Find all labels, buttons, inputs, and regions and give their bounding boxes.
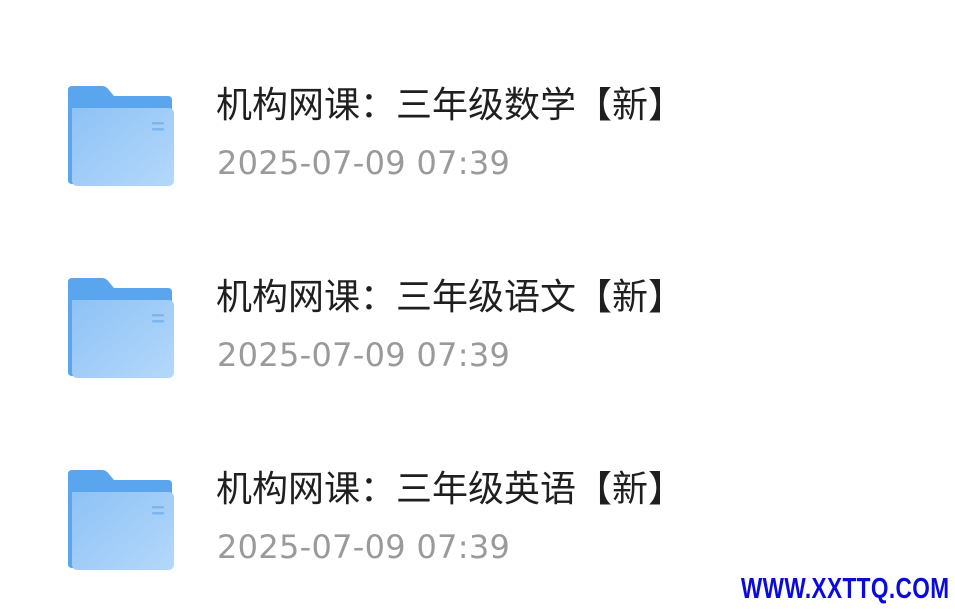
folder-icon: [64, 468, 176, 572]
file-name: 机构网课：三年级英语【新】: [216, 469, 685, 510]
file-list: 机构网课：三年级数学【新】 2025-07-09 07:39 机构网课：三年级语…: [0, 0, 955, 610]
folder-icon: [64, 84, 176, 188]
file-modified-time: 2025-07-09 07:39: [217, 528, 511, 566]
file-modified-time: 2025-07-09 07:39: [217, 336, 511, 374]
file-name: 机构网课：三年级数学【新】: [216, 85, 685, 126]
file-item-math[interactable]: 机构网课：三年级数学【新】 2025-07-09 07:39: [0, 70, 955, 210]
watermark-text: WWW.XXTTQ.COM: [740, 573, 949, 605]
file-name: 机构网课：三年级语文【新】: [216, 277, 685, 318]
file-item-chinese[interactable]: 机构网课：三年级语文【新】 2025-07-09 07:39: [0, 262, 955, 402]
folder-icon: [64, 276, 176, 380]
file-modified-time: 2025-07-09 07:39: [217, 144, 511, 182]
